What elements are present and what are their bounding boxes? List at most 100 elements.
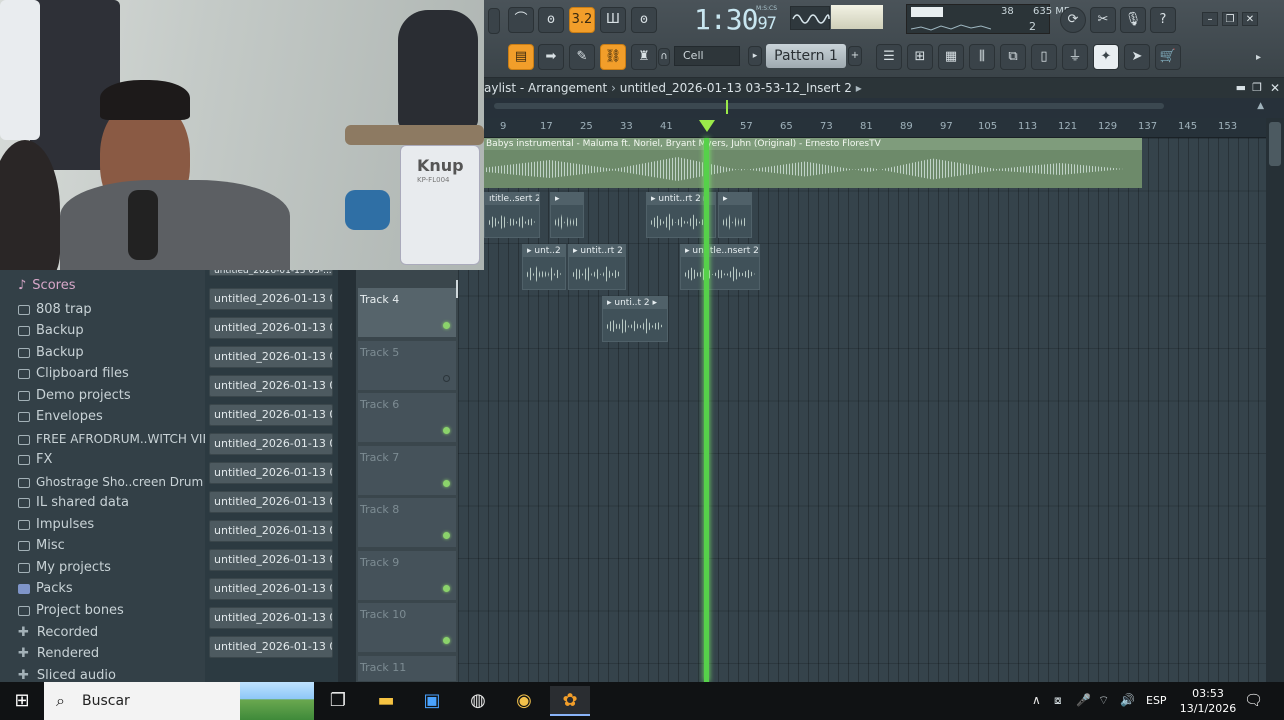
audio-clip[interactable]: ▸ untitle..nsert 2 [680, 244, 760, 290]
file-explorer-icon[interactable]: ▬ [366, 686, 406, 716]
chrome-icon[interactable]: ◉ [504, 686, 544, 716]
track-header-7[interactable]: Track 7 [358, 446, 456, 496]
audio-clip[interactable]: ▸ [718, 192, 752, 238]
master-volume[interactable] [831, 5, 883, 29]
browser-item[interactable]: Clipboard files [18, 364, 129, 384]
recent-item[interactable]: untitled_2026-01-13 03-... [209, 375, 333, 397]
blend-icon[interactable]: ꙩ [631, 7, 657, 33]
track-header-4[interactable]: Track 4 [358, 288, 456, 338]
recent-item[interactable]: untitled_2026-01-13 03-... [209, 578, 333, 600]
playlist-view-icon[interactable]: ▤ [508, 44, 534, 70]
pattern-prev-icon[interactable]: ▸ [748, 46, 762, 66]
playhead-marker-icon[interactable] [699, 120, 715, 132]
send-icon[interactable]: ➤ [1124, 44, 1150, 70]
browser-icon[interactable]: ▯ [1031, 44, 1057, 70]
browser-item[interactable]: Project bones [18, 601, 124, 621]
piano-roll-icon[interactable]: ⊞ [907, 44, 933, 70]
recent-item[interactable]: untitled_2026-01-13 03-... [209, 636, 333, 658]
browser-item-scores[interactable]: ♪ Scores [18, 276, 75, 296]
track-led-icon[interactable] [443, 480, 450, 487]
playlist-icon[interactable]: ☰ [876, 44, 902, 70]
pl-close-icon[interactable]: ✕ [1270, 78, 1280, 98]
track-led-icon[interactable] [443, 585, 450, 592]
overview-thumb[interactable] [494, 103, 1164, 109]
restore-icon[interactable]: ❐ [1222, 12, 1238, 26]
plug-icon[interactable]: ⏚ [1062, 44, 1088, 70]
store-icon[interactable]: ▣ [412, 686, 452, 716]
stamp-icon[interactable]: ♜ [631, 44, 657, 70]
track-header-9[interactable]: Track 9 [358, 551, 456, 601]
browser-item[interactable]: Misc [18, 536, 65, 556]
mode-3-2-button[interactable]: 3.2 [569, 7, 595, 33]
timeline-ruler[interactable]: 9 17 25 33 41 49 57 65 73 81 89 97 105 1… [484, 118, 1266, 138]
recent-item[interactable]: untitled_2026-01-13 03-... [209, 520, 333, 542]
windows-start-icon[interactable]: ⊞ [0, 682, 44, 720]
track-led-icon[interactable] [443, 637, 450, 644]
minimize-icon[interactable]: – [1202, 12, 1218, 26]
audio-clip[interactable]: ▸ [550, 192, 584, 238]
track-led-icon[interactable] [443, 322, 450, 329]
menu-edge[interactable] [488, 8, 500, 34]
browser-item[interactable]: ✚ Rendered [18, 644, 99, 664]
panel-separator[interactable] [338, 270, 356, 682]
tray-expand-icon[interactable]: ∧ [1032, 693, 1041, 707]
recent-item[interactable]: untitled_2026-01-13 03-... [209, 549, 333, 571]
browser-item[interactable]: FX [18, 450, 52, 470]
browser-item[interactable]: Impulses [18, 515, 94, 535]
channel-rack-icon[interactable]: ▦ [938, 44, 964, 70]
tray-mic-icon[interactable]: 🎤 [1076, 693, 1091, 707]
track-led-icon[interactable] [443, 427, 450, 434]
browser-item[interactable]: Demo projects [18, 386, 131, 406]
recent-item[interactable]: untitled_2026-01-13 03-... [209, 607, 333, 629]
recent-item[interactable]: untitled_2026-01-13 03-... [209, 433, 333, 455]
pl-minimize-icon[interactable]: ▬ [1236, 78, 1246, 98]
track-header-5[interactable]: Track 5 [358, 341, 456, 391]
close-icon[interactable]: ✕ [1242, 12, 1258, 26]
task-view-icon[interactable]: ❐ [318, 686, 358, 716]
audio-clip[interactable]: ▸ unt..2 [522, 244, 566, 290]
track-header-11[interactable]: Track 11 [358, 656, 456, 682]
metronome-icon[interactable]: ⌒ [508, 7, 534, 33]
microphone-icon[interactable]: 🎙 [1120, 7, 1146, 33]
link-icon[interactable]: ⛓ [600, 44, 626, 70]
browser-item[interactable]: 808 trap [18, 300, 92, 320]
playlist-overview-scroll[interactable]: ▲ [484, 98, 1284, 118]
track-header-10[interactable]: Track 10 [358, 603, 456, 653]
browser-item[interactable]: ✚ Recorded [18, 623, 98, 643]
recent-item[interactable]: untitled_2026-01-13 03-... [209, 288, 333, 310]
clock[interactable]: 03:53 13/1/2026 [1178, 686, 1238, 716]
snap-select[interactable]: Cell [674, 46, 740, 66]
pattern-add-icon[interactable]: + [848, 46, 862, 66]
notification-icon[interactable]: 🗨 [1244, 691, 1264, 711]
audio-clip[interactable]: ▸ unti..t 2 ▸ [602, 296, 668, 342]
recent-item[interactable]: untitled_2026-01-13 03-... [209, 404, 333, 426]
tray-device-icon[interactable]: ⧇ [1054, 693, 1062, 708]
browser-item[interactable]: Envelopes [18, 407, 103, 427]
recent-item[interactable]: untitled_2026-01-13 03-... [209, 317, 333, 339]
browser-item[interactable]: Ghostrage Sho..creen Drum Kit [18, 472, 223, 492]
recent-item[interactable]: untitled_2026-01-13 03-... [209, 346, 333, 368]
browser-item[interactable]: Packs [18, 579, 73, 599]
track-led-icon[interactable] [443, 532, 450, 539]
track-header-8[interactable]: Track 8 [358, 498, 456, 548]
wizard-icon[interactable]: ✦ [1093, 44, 1119, 70]
magnet-icon[interactable]: ∩ [658, 48, 670, 66]
wifi-icon[interactable]: ⌔ [1098, 693, 1109, 708]
recent-item[interactable]: untitled_2026-01-13 03-... [209, 491, 333, 513]
scroll-up-icon[interactable]: ▲ [1257, 101, 1264, 111]
vertical-scrollbar[interactable] [1266, 118, 1284, 682]
browser-item[interactable]: FREE AFRODRUM..WITCH VIBEZ [18, 429, 227, 449]
pl-restore-icon[interactable]: ❐ [1252, 78, 1262, 98]
audio-clip-main[interactable]: Babys instrumental - Maluma ft. Noriel, … [484, 138, 1142, 188]
language-indicator[interactable]: ESP [1146, 694, 1167, 707]
track-header-6[interactable]: Track 6 [358, 393, 456, 443]
mixer-icon[interactable]: ⫼ [969, 44, 995, 70]
arrow-right-icon[interactable]: ➡ [538, 44, 564, 70]
toolbar-more-icon[interactable]: ▸ [1256, 52, 1261, 63]
audio-clip[interactable]: ıtitle..sert 2 [484, 192, 540, 238]
browser-item[interactable]: Backup [18, 321, 84, 341]
search-box[interactable]: ⌕ Buscar [44, 682, 314, 720]
plugin-icon[interactable]: ⧉ [1000, 44, 1026, 70]
pattern-selector[interactable]: Pattern 1 [766, 44, 846, 68]
track-led-icon[interactable] [443, 375, 450, 382]
